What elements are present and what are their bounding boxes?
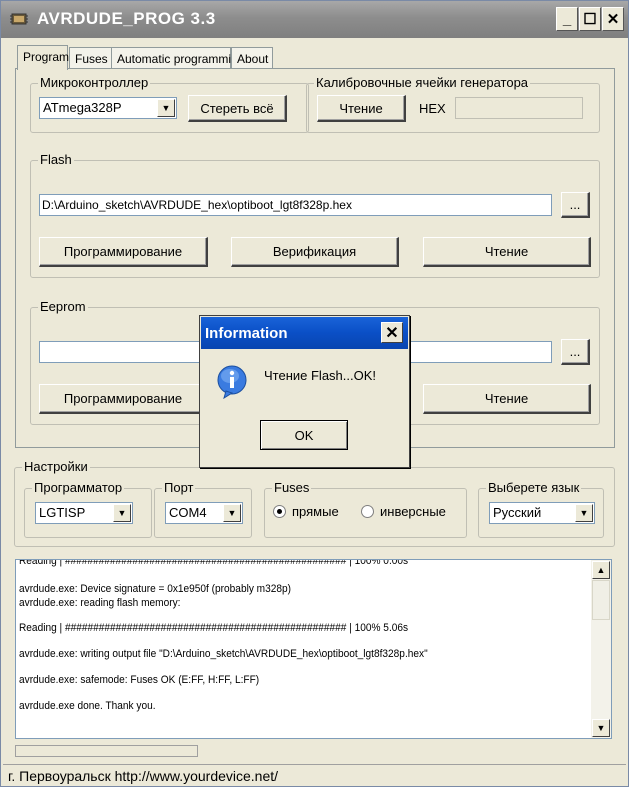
language-group: Выберете язык Русский ▼ (478, 480, 604, 538)
calibration-group-label: Калибровочные ячейки генератора (314, 75, 531, 90)
tab-program[interactable]: Program (17, 45, 69, 70)
language-selected-value: Русский (493, 505, 542, 520)
log-line: avrdude.exe: Device signature = 0x1e950f… (19, 583, 292, 595)
close-icon[interactable]: ✕ (381, 322, 403, 343)
title-bar[interactable]: AVRDUDE_PROG 3.3 _ ☐ ✕ (1, 1, 628, 38)
port-group: Порт COM4 ▼ (154, 480, 252, 538)
programmer-select[interactable]: LGTISP ▼ (35, 502, 133, 524)
log-line: avrdude.exe: safemode: Fuses OK (E:FF, H… (19, 674, 260, 686)
fuses-direct-label: прямые (292, 504, 339, 519)
minimize-button[interactable]: _ (556, 7, 578, 31)
settings-group: Настройки Программатор LGTISP ▼ Порт COM… (14, 459, 615, 547)
eeprom-program-button[interactable]: Программирование (39, 384, 208, 414)
log-line: Reading | ##############################… (19, 622, 409, 634)
log-line: avrdude.exe: writing output file "D:\Ard… (19, 648, 428, 660)
log-line: Reading | ##############################… (19, 559, 409, 567)
port-selected-value: COM4 (169, 505, 207, 520)
language-select[interactable]: Русский ▼ (489, 502, 595, 524)
flash-program-button[interactable]: Программирование (39, 237, 208, 267)
tab-automatic-programming[interactable]: Automatic programming (111, 47, 244, 69)
mcu-selected-value: ATmega328P (43, 100, 122, 115)
flash-path-field[interactable]: D:\Arduino_sketch\AVRDUDE_hex\optiboot_l… (39, 194, 552, 216)
log-line: avrdude.exe done. Thank you. (19, 700, 156, 712)
mcu-group-label: Микроконтроллер (38, 75, 151, 90)
fuses-label: Fuses (272, 480, 312, 495)
dialog-title-bar[interactable]: Information ✕ (201, 317, 408, 349)
flash-browse-button[interactable]: ... (561, 192, 590, 218)
eeprom-group-label: Eeprom (38, 299, 88, 314)
log-line: avrdude.exe: reading flash memory: (19, 597, 181, 609)
scroll-down-icon[interactable]: ▼ (592, 719, 610, 737)
hex-field (455, 97, 583, 119)
progress-bar (15, 745, 198, 757)
dialog-title: Information (205, 325, 288, 342)
fuses-inverse-radio[interactable] (361, 505, 374, 518)
scroll-up-icon[interactable]: ▲ (592, 561, 610, 579)
flash-read-button[interactable]: Чтение (423, 237, 591, 267)
programmer-selected-value: LGTISP (39, 505, 86, 520)
ok-button[interactable]: OK (260, 420, 348, 450)
chevron-down-icon[interactable]: ▼ (113, 504, 131, 522)
eeprom-read-button[interactable]: Чтение (423, 384, 591, 414)
language-label: Выберете язык (486, 480, 582, 495)
fuses-direct-radio[interactable] (273, 505, 286, 518)
scroll-thumb[interactable] (592, 580, 610, 620)
log-output[interactable]: Reading | ##############################… (15, 559, 612, 739)
dialog-message: Чтение Flash...OK! (264, 368, 377, 383)
maximize-button[interactable]: ☐ (579, 7, 601, 31)
port-label: Порт (162, 480, 196, 495)
mcu-group: Микроконтроллер ATmega328P ▼ Стереть всё (30, 75, 309, 133)
mcu-select[interactable]: ATmega328P ▼ (39, 97, 177, 119)
calibration-group: Калибровочные ячейки генератора Чтение H… (306, 75, 600, 133)
status-bar: г. Первоуральск http://www.yourdevice.ne… (3, 764, 626, 786)
flash-group-label: Flash (38, 152, 74, 167)
chevron-down-icon[interactable]: ▼ (157, 99, 175, 117)
window-title: AVRDUDE_PROG 3.3 (37, 9, 216, 28)
programmer-group: Программатор LGTISP ▼ (24, 480, 152, 538)
settings-group-label: Настройки (22, 459, 90, 474)
hex-label: HEX (419, 101, 446, 116)
chevron-down-icon[interactable]: ▼ (575, 504, 593, 522)
information-dialog: Information ✕ Чтение Flash...OK! OK (199, 315, 410, 468)
main-window: AVRDUDE_PROG 3.3 _ ☐ ✕ Program Fuses Aut… (0, 0, 629, 787)
eeprom-browse-button[interactable]: ... (561, 339, 590, 365)
flash-verify-button[interactable]: Верификация (231, 237, 399, 267)
close-button[interactable]: ✕ (602, 7, 624, 31)
programmer-label: Программатор (32, 480, 125, 495)
calibration-read-button[interactable]: Чтение (317, 95, 406, 122)
fuses-group: Fuses прямые инверсные (264, 480, 467, 538)
fuses-inverse-label: инверсные (380, 504, 446, 519)
erase-all-button[interactable]: Стереть всё (188, 95, 287, 122)
info-icon (217, 365, 247, 399)
flash-group: Flash D:\Arduino_sketch\AVRDUDE_hex\opti… (30, 152, 600, 278)
chip-icon (10, 13, 28, 25)
tab-about[interactable]: About (231, 47, 273, 69)
log-scrollbar[interactable]: ▲ ▼ (591, 560, 611, 738)
chevron-down-icon[interactable]: ▼ (223, 504, 241, 522)
port-select[interactable]: COM4 ▼ (165, 502, 243, 524)
